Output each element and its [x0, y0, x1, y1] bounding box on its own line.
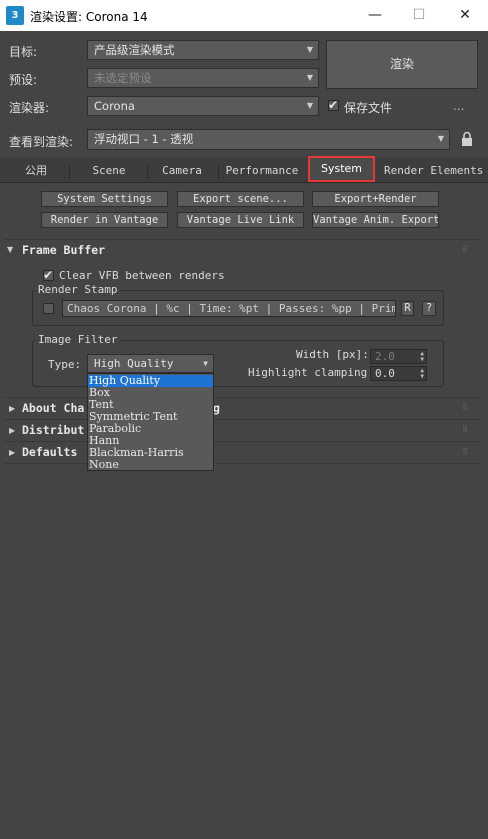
view-to-render-dropdown[interactable]: 浮动视口 - 1 - 透视 ▼: [87, 129, 450, 150]
grip-icon: ⠿: [462, 425, 468, 434]
about-header-tail: g: [213, 401, 220, 415]
stamp-r-button[interactable]: R: [401, 301, 414, 316]
check-icon: ✔: [328, 98, 339, 112]
clear-vfb-label: Clear VFB between renders: [59, 269, 225, 282]
renderer-label: 渲染器:: [9, 101, 50, 115]
preset-dropdown[interactable]: 未选定预设 ▼: [87, 68, 319, 88]
tab-separator: [147, 165, 148, 179]
view-value: 浮动视口 - 1 - 透视: [94, 132, 194, 146]
width-value: 2.0: [375, 350, 395, 363]
export-render-button[interactable]: Export+Render: [312, 191, 439, 207]
chevron-down-icon: ▼: [437, 134, 444, 143]
spinner-arrows-icon: ▲ ▼: [420, 350, 424, 363]
preset-label: 预设:: [9, 73, 38, 87]
chevron-down-icon: ▼: [306, 101, 313, 110]
render-stamp-field[interactable]: Chaos Corona | %c | Time: %pt | Passes: …: [62, 300, 396, 317]
triangle-icon[interactable]: ▶: [9, 404, 15, 413]
triangle-icon[interactable]: ▶: [9, 448, 15, 457]
chevron-down-icon: ▼: [203, 359, 208, 368]
target-value: 产品级渲染模式: [94, 43, 175, 57]
vantage-anim-export-button[interactable]: Vantage Anim. Export: [312, 212, 439, 228]
tab-separator: [218, 165, 219, 179]
tab-scene[interactable]: Scene: [74, 161, 144, 182]
target-label: 目标:: [9, 45, 38, 59]
highlight-clamping-value: 0.0: [375, 367, 395, 380]
triangle-icon[interactable]: ▶: [9, 426, 15, 435]
grip-icon: ⠿: [462, 447, 468, 456]
renderer-value: Corona: [94, 99, 135, 113]
system-settings-button[interactable]: System Settings: [41, 191, 168, 207]
maximize-button[interactable]: ☐: [396, 0, 442, 31]
filter-type-value: High Quality: [94, 357, 174, 370]
render-stamp-title: Render Stamp: [35, 283, 121, 296]
preset-value: 未选定预设: [94, 71, 152, 85]
view-to-render-label: 查看到渲染:: [9, 135, 74, 149]
highlight-clamping-label: Highlight clamping:: [248, 366, 374, 379]
width-spinner[interactable]: 2.0 ▲ ▼: [370, 349, 427, 364]
app-icon: 3: [6, 6, 24, 25]
defaults-header[interactable]: Defaults: [22, 445, 77, 459]
export-scene-button[interactable]: Export scene...: [177, 191, 304, 207]
grip-icon: ⠿: [462, 245, 468, 254]
close-button[interactable]: ✕: [442, 0, 488, 31]
save-file-label: 保存文件: [344, 101, 393, 115]
distributed-header[interactable]: Distribut: [22, 423, 84, 437]
renderer-dropdown[interactable]: Corona ▼: [87, 96, 319, 116]
tab-system[interactable]: System: [308, 156, 375, 182]
grip-icon: ⠿: [462, 403, 468, 412]
tab-separator: [69, 165, 70, 179]
render-in-vantage-button[interactable]: Render in Vantage: [41, 212, 168, 228]
tab-common[interactable]: 公用: [8, 161, 64, 182]
about-header[interactable]: About Cha: [22, 401, 84, 415]
rollout-divider: [4, 441, 480, 442]
check-icon: ✔: [43, 268, 54, 282]
rollout-divider: [4, 397, 480, 398]
render-stamp-checkbox[interactable]: [43, 303, 54, 314]
more-options-button[interactable]: ...: [453, 99, 464, 113]
width-label: Width [px]:: [296, 348, 369, 361]
triangle-icon[interactable]: ▼: [7, 245, 13, 254]
filter-type-dropdown[interactable]: High Quality ▼: [87, 354, 214, 373]
rollout-divider: [4, 463, 480, 464]
rollout-divider: [4, 419, 480, 420]
filter-type-list: High Quality Box Tent Symmetric Tent Par…: [87, 373, 214, 471]
spinner-arrows-icon: ▲ ▼: [420, 367, 424, 380]
frame-buffer-header[interactable]: Frame Buffer: [22, 243, 105, 257]
filter-type-label: Type:: [48, 358, 82, 371]
vantage-live-link-button[interactable]: Vantage Live Link: [177, 212, 304, 228]
rollout-divider: [4, 239, 480, 240]
tab-camera[interactable]: Camera: [150, 161, 214, 182]
highlight-clamping-spinner[interactable]: 0.0 ▲ ▼: [370, 366, 427, 381]
chevron-down-icon: ▼: [306, 73, 313, 82]
minimize-button[interactable]: —: [352, 0, 398, 31]
window-title: 渲染设置: Corona 14: [30, 10, 148, 24]
tab-render-elements[interactable]: Render Elements: [384, 161, 483, 182]
render-button[interactable]: 渲染: [326, 40, 478, 89]
chevron-down-icon: ▼: [306, 45, 313, 54]
image-filter-title: Image Filter: [35, 333, 121, 346]
filter-option-none[interactable]: None: [88, 459, 213, 471]
stamp-help-button[interactable]: ?: [422, 301, 436, 316]
lock-icon[interactable]: [461, 131, 473, 147]
target-dropdown[interactable]: 产品级渲染模式 ▼: [87, 40, 319, 60]
tab-performance[interactable]: Performance: [222, 161, 302, 182]
